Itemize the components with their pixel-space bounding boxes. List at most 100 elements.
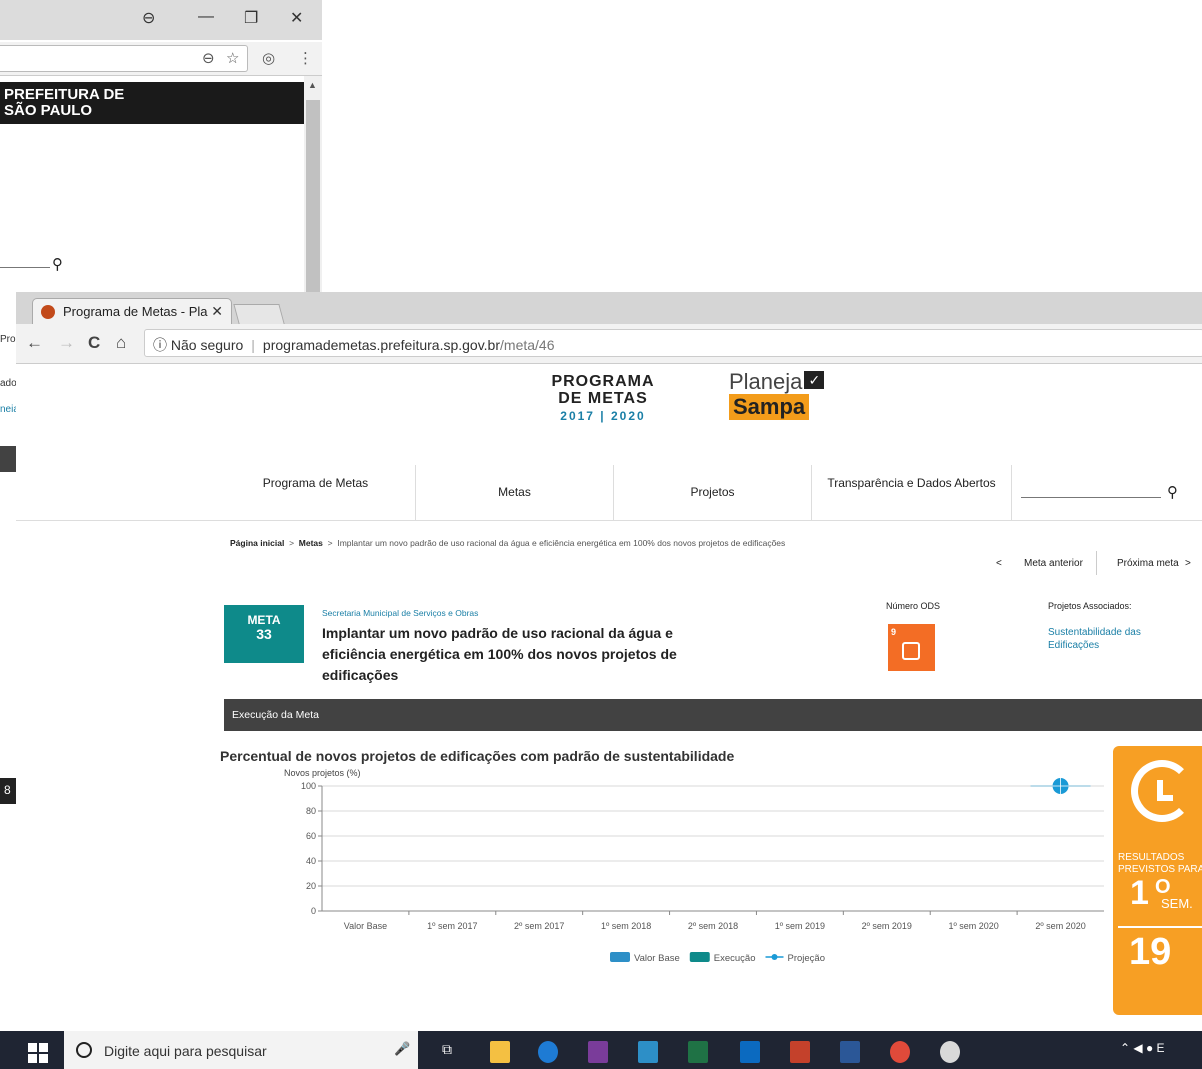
- programa-de-metas-logo[interactable]: PROGRAMA DE METAS 2017 | 2020: [543, 373, 663, 423]
- restore-button[interactable]: ❐: [244, 8, 258, 28]
- nav-projetos[interactable]: Projetos: [614, 465, 812, 521]
- logo-years: 2017 | 2020: [560, 409, 646, 423]
- execution-header: Execução da Meta: [224, 699, 1202, 731]
- url-path: /meta/46: [500, 337, 555, 353]
- y-tick-label: 20: [306, 881, 316, 891]
- account-icon[interactable]: ⊖: [142, 8, 155, 28]
- browser-toolbar: ← → C ⌂ ⓘ Não seguro | programademetas.pre…: [16, 324, 1202, 364]
- sliver-text: Pro: [0, 334, 16, 345]
- industry-cube-icon: [902, 642, 920, 660]
- taskbar: Digite aqui para pesquisar 🎤 ⧉ ⌃ ◀ ● E: [0, 1031, 1202, 1069]
- forward-arrow-icon[interactable]: →: [58, 333, 75, 353]
- file-explorer-icon[interactable]: [490, 1041, 510, 1063]
- new-tab-button[interactable]: [233, 304, 285, 324]
- meta-badge-label: META: [247, 613, 281, 627]
- menu-icon[interactable]: ⋮: [298, 49, 313, 67]
- ods-9-icon[interactable]: 9: [888, 624, 935, 671]
- system-tray[interactable]: ⌃ ◀ ● E: [1120, 1041, 1165, 1055]
- microphone-icon[interactable]: 🎤: [394, 1041, 410, 1057]
- breadcrumb-metas[interactable]: Metas: [299, 538, 323, 548]
- resultados-previstos-card: RESULTADOS PREVISTOS PARA 1 O SEM. 19: [1113, 746, 1202, 1015]
- meta-title: Implantar um novo padrão de uso racional…: [322, 625, 677, 683]
- result-divider: [1118, 926, 1202, 928]
- ods-number: 9: [891, 627, 897, 637]
- back-window-titlebar: ⊖ — ❐ ✕: [0, 0, 322, 40]
- breadcrumb-current: Implantar um novo padrão de uso racional…: [337, 538, 786, 548]
- prev-meta-link[interactable]: Meta anterior: [1024, 558, 1083, 569]
- zoom-icon[interactable]: ⊖: [202, 49, 215, 67]
- background-window-sliver: Pro ados neia 8: [0, 298, 16, 998]
- home-icon[interactable]: ⌂: [116, 333, 126, 353]
- tab-close-icon[interactable]: ✕: [211, 303, 223, 320]
- taskbar-search-placeholder: Digite aqui para pesquisar: [104, 1043, 267, 1059]
- outlook-icon[interactable]: [740, 1041, 760, 1063]
- web-page: PROGRAMA DE METAS 2017 | 2020 Planeja ✓ S…: [16, 365, 1202, 1028]
- y-tick-label: 80: [306, 806, 316, 816]
- banner-line-2: SÃO PAULO: [4, 102, 93, 119]
- nav-metas[interactable]: Metas: [416, 465, 614, 521]
- app-icon[interactable]: [638, 1041, 658, 1063]
- legend-swatch: [610, 952, 630, 962]
- onenote-icon[interactable]: [588, 1041, 608, 1063]
- tab-strip: Programa de Metas - Pla ✕: [16, 292, 1202, 324]
- x-tick-label: 1º sem 2020: [949, 921, 999, 931]
- scroll-up-icon[interactable]: ▲: [308, 80, 317, 90]
- browser-window: Programa de Metas - Pla ✕ ← → C ⌂ ⓘ Não …: [16, 292, 1202, 1028]
- planeja-sampa-logo[interactable]: Planeja ✓ Sampa: [729, 371, 839, 420]
- nav-programa-de-metas[interactable]: Programa de Metas: [216, 465, 416, 521]
- y-tick-label: 60: [306, 831, 316, 841]
- x-tick-label: 2º sem 2017: [514, 921, 564, 931]
- main-navigation: Programa de Metas Metas Projetos Transpa…: [16, 465, 1202, 521]
- banner-line-1: PREFEITURA DE: [4, 86, 125, 103]
- x-tick-label: 2º sem 2019: [862, 921, 912, 931]
- next-arrow-icon[interactable]: >: [1185, 558, 1191, 569]
- result-year: 19: [1129, 931, 1172, 973]
- next-meta-link[interactable]: Próxima meta: [1117, 558, 1179, 569]
- close-button[interactable]: ✕: [290, 8, 303, 28]
- powerpoint-icon[interactable]: [790, 1041, 810, 1063]
- x-tick-label: 2º sem 2020: [1035, 921, 1085, 931]
- excel-icon[interactable]: [688, 1041, 708, 1063]
- reload-icon[interactable]: C: [88, 333, 100, 353]
- back-arrow-icon[interactable]: ←: [26, 333, 43, 353]
- taskbar-search[interactable]: Digite aqui para pesquisar 🎤: [64, 1031, 418, 1069]
- projects-label: Projetos Associados:: [1048, 601, 1132, 611]
- minimize-button[interactable]: —: [198, 8, 214, 26]
- edge-icon[interactable]: [538, 1041, 558, 1063]
- y-tick-label: 100: [301, 781, 316, 791]
- security-indicator[interactable]: ⓘ Não seguro: [153, 337, 243, 353]
- logo-line-1: PROGRAMA: [551, 373, 655, 390]
- y-axis-label: Novos projetos (%): [284, 768, 361, 778]
- task-view-icon[interactable]: ⧉: [442, 1041, 462, 1063]
- sliver-dark-bar: [0, 446, 16, 472]
- address-bar[interactable]: ⓘ Não seguro | programademetas.prefeitura.…: [144, 329, 1202, 357]
- search-icon[interactable]: ⚲: [52, 255, 63, 273]
- search-icon[interactable]: ⚲: [1167, 483, 1178, 501]
- prefeitura-banner: PREFEITURA DE SÃO PAULO: [0, 82, 304, 124]
- tab-programa-de-metas[interactable]: Programa de Metas - Pla ✕: [32, 298, 232, 324]
- sliver-text: ados: [0, 378, 16, 389]
- result-label-line-1: RESULTADOS: [1118, 852, 1185, 863]
- bookmark-star-icon[interactable]: ☆: [226, 49, 239, 67]
- prev-arrow-icon[interactable]: <: [996, 558, 1002, 569]
- sliver-link[interactable]: neia: [0, 404, 16, 415]
- word-icon[interactable]: [840, 1041, 860, 1063]
- extension-icon[interactable]: ◎: [262, 49, 275, 67]
- y-tick-label: 0: [311, 906, 316, 916]
- sliver-icon: 8: [0, 778, 16, 804]
- site-search-input[interactable]: [1021, 497, 1161, 498]
- breadcrumb-home[interactable]: Página inicial: [230, 538, 284, 548]
- scrollbar[interactable]: ▲: [304, 76, 322, 298]
- x-tick-label: 1º sem 2018: [601, 921, 651, 931]
- chart: Novos projetos (%) 0 20 40 60 80 100 Valor Base…: [284, 768, 1104, 964]
- back-window-search-input[interactable]: [0, 266, 50, 268]
- project-link[interactable]: Sustentabilidade das Edificações: [1048, 626, 1178, 652]
- paint-icon[interactable]: [940, 1041, 960, 1063]
- legend-label: Projeção: [788, 953, 826, 964]
- meta-badge-number: 33: [256, 626, 272, 642]
- windows-start-icon[interactable]: [28, 1043, 48, 1063]
- chrome-icon[interactable]: [890, 1041, 910, 1063]
- meta-badge: META 33: [224, 605, 304, 663]
- nav-transparencia[interactable]: Transparência e Dados Abertos: [812, 465, 1012, 521]
- scrollbar-thumb[interactable]: [306, 100, 320, 298]
